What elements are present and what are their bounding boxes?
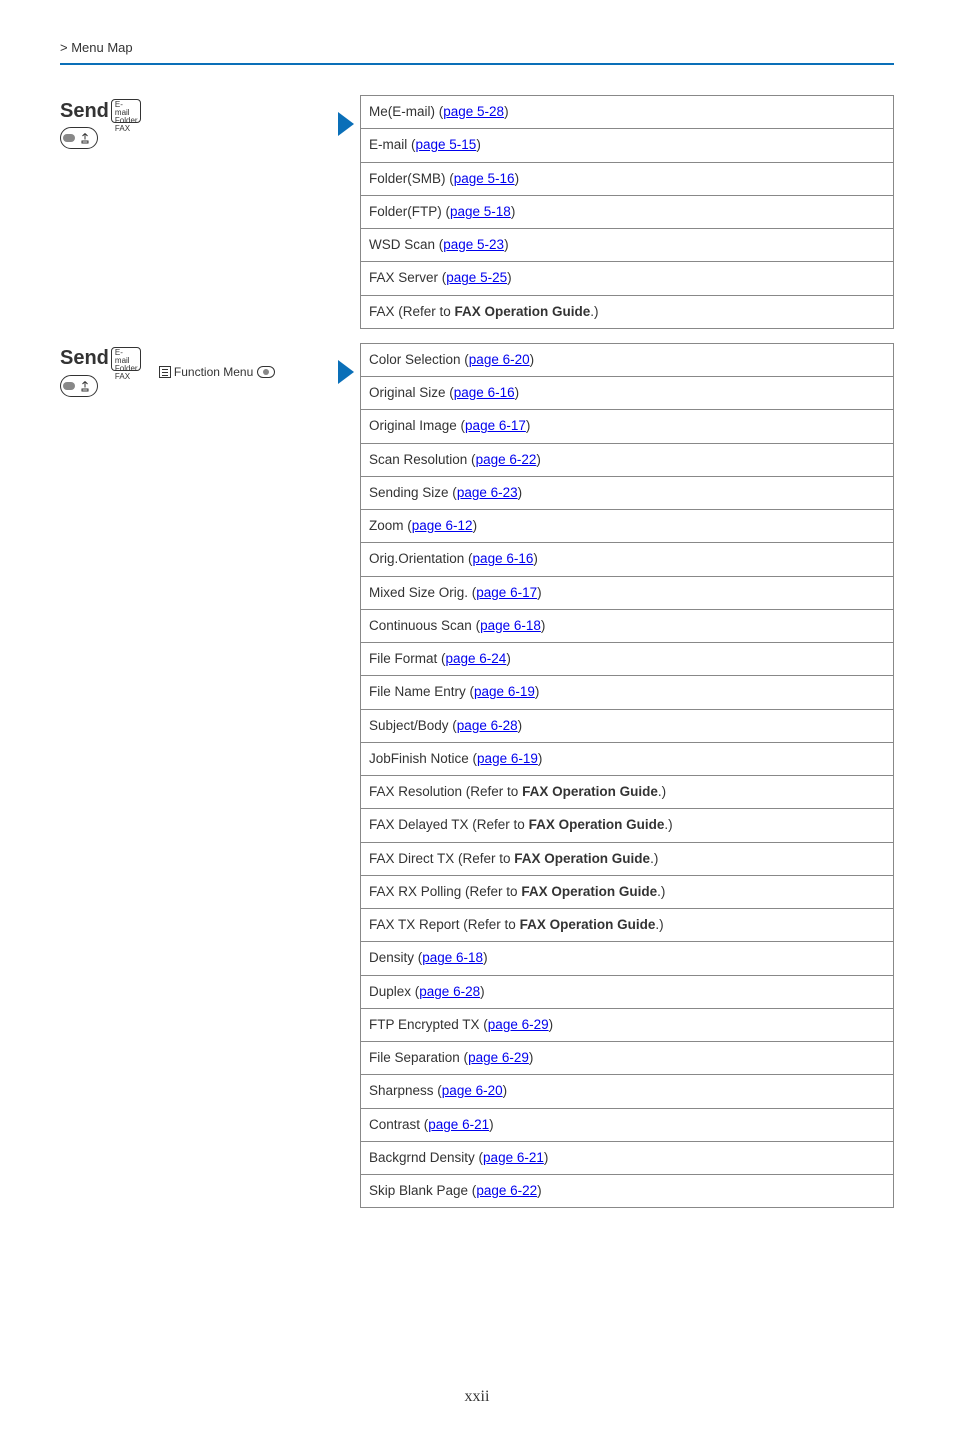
send-destination-list: Me(E-mail) (page 5-28)E-mail (page 5-15)… [360, 95, 894, 329]
send-label: Send [60, 100, 109, 123]
page-link[interactable]: page 6-20 [469, 352, 530, 367]
page-number: xxii [60, 1388, 894, 1406]
page-link[interactable]: page 6-28 [457, 718, 518, 733]
menu-item: FAX Delayed TX (Refer to FAX Operation G… [361, 809, 893, 842]
page-link[interactable]: page 6-18 [480, 618, 541, 633]
arrow-icon [338, 360, 354, 384]
menu-item: JobFinish Notice (page 6-19) [361, 743, 893, 776]
menu-item: FAX Direct TX (Refer to FAX Operation Gu… [361, 843, 893, 876]
page-link[interactable]: page 6-19 [474, 684, 535, 699]
send-menu-row: Send E-mail Folder FAX Me(E-mail) (page … [60, 95, 894, 329]
menu-item: Scan Resolution (page 6-22) [361, 444, 893, 477]
page-link[interactable]: page 6-19 [477, 751, 538, 766]
page-link[interactable]: page 6-18 [422, 950, 483, 965]
menu-item: File Format (page 6-24) [361, 643, 893, 676]
page-link[interactable]: page 6-23 [457, 485, 518, 500]
menu-list-icon [159, 366, 171, 378]
menu-item: Zoom (page 6-12) [361, 510, 893, 543]
menu-item: Folder(FTP) (page 5-18) [361, 196, 893, 229]
menu-item: File Name Entry (page 6-19) [361, 676, 893, 709]
menu-item: FAX Server (page 5-25) [361, 262, 893, 295]
send-indicator-icon [60, 375, 98, 397]
send-indicator-icon [60, 127, 98, 149]
menu-item: FAX Resolution (Refer to FAX Operation G… [361, 776, 893, 809]
page-link[interactable]: page 6-29 [488, 1017, 549, 1032]
page-link[interactable]: page 6-16 [473, 551, 534, 566]
function-menu-label: Function Menu [174, 365, 253, 379]
menu-item: File Separation (page 6-29) [361, 1042, 893, 1075]
page-link[interactable]: page 6-21 [428, 1117, 489, 1132]
menu-item: Contrast (page 6-21) [361, 1109, 893, 1142]
menu-item: FAX RX Polling (Refer to FAX Operation G… [361, 876, 893, 909]
send-sub-fax: FAX [115, 373, 137, 381]
page-link[interactable]: page 5-15 [416, 137, 477, 152]
menu-item: Duplex (page 6-28) [361, 976, 893, 1009]
menu-item: Backgrnd Density (page 6-21) [361, 1142, 893, 1175]
page-link[interactable]: page 6-21 [483, 1150, 544, 1165]
send-key-icon: E-mail Folder FAX [111, 347, 141, 371]
menu-item: Mixed Size Orig. (page 6-17) [361, 577, 893, 610]
menu-item: Me(E-mail) (page 5-28) [361, 96, 893, 129]
menu-item: FAX TX Report (Refer to FAX Operation Gu… [361, 909, 893, 942]
function-menu-button-icon [257, 366, 275, 378]
page-link[interactable]: page 6-17 [476, 585, 537, 600]
page-link[interactable]: page 6-17 [465, 418, 526, 433]
send-key-icon: E-mail Folder FAX [111, 99, 141, 123]
page-link[interactable]: page 5-25 [446, 270, 507, 285]
menu-item: Color Selection (page 6-20) [361, 344, 893, 377]
page-link[interactable]: page 6-29 [468, 1050, 529, 1065]
send-key-block: Send E-mail Folder FAX [60, 95, 360, 149]
send-sub-email: E-mail [115, 349, 137, 365]
function-menu-key: Function Menu [159, 365, 275, 379]
page-link[interactable]: page 5-23 [443, 237, 504, 252]
menu-item: Sending Size (page 6-23) [361, 477, 893, 510]
menu-item: Subject/Body (page 6-28) [361, 710, 893, 743]
menu-item: Sharpness (page 6-20) [361, 1075, 893, 1108]
menu-item: Skip Blank Page (page 6-22) [361, 1175, 893, 1208]
page-link[interactable]: page 5-16 [454, 171, 515, 186]
send-sub-fax: FAX [115, 125, 137, 133]
menu-item: Original Size (page 6-16) [361, 377, 893, 410]
menu-item: E-mail (page 5-15) [361, 129, 893, 162]
send-sub-email: E-mail [115, 101, 137, 117]
menu-item: Original Image (page 6-17) [361, 410, 893, 443]
menu-item: Continuous Scan (page 6-18) [361, 610, 893, 643]
send-icon-group: Send E-mail Folder FAX [60, 99, 141, 149]
page-link[interactable]: page 6-20 [442, 1083, 503, 1098]
page-link[interactable]: page 6-28 [419, 984, 480, 999]
page-header: > Menu Map [60, 40, 894, 65]
menu-item: Folder(SMB) (page 5-16) [361, 163, 893, 196]
page-link[interactable]: page 6-12 [412, 518, 473, 533]
menu-item: FTP Encrypted TX (page 6-29) [361, 1009, 893, 1042]
page-link[interactable]: page 6-22 [476, 452, 537, 467]
arrow-icon [338, 112, 354, 136]
page-link[interactable]: page 6-24 [446, 651, 507, 666]
page-link[interactable]: page 5-28 [443, 104, 504, 119]
menu-item: WSD Scan (page 5-23) [361, 229, 893, 262]
menu-item: FAX (Refer to FAX Operation Guide.) [361, 296, 893, 329]
send-icon-group: Send E-mail Folder FAX [60, 347, 141, 397]
send-function-list: Color Selection (page 6-20)Original Size… [360, 343, 894, 1209]
page-link[interactable]: page 6-16 [454, 385, 515, 400]
send-label: Send [60, 347, 109, 370]
page-link[interactable]: page 6-22 [476, 1183, 537, 1198]
send-function-key-block: Send E-mail Folder FAX Function Menu [60, 343, 360, 397]
send-function-menu-row: Send E-mail Folder FAX Function Menu Col… [60, 343, 894, 1209]
menu-item: Density (page 6-18) [361, 942, 893, 975]
page-link[interactable]: page 5-18 [450, 204, 511, 219]
menu-item: Orig.Orientation (page 6-16) [361, 543, 893, 576]
